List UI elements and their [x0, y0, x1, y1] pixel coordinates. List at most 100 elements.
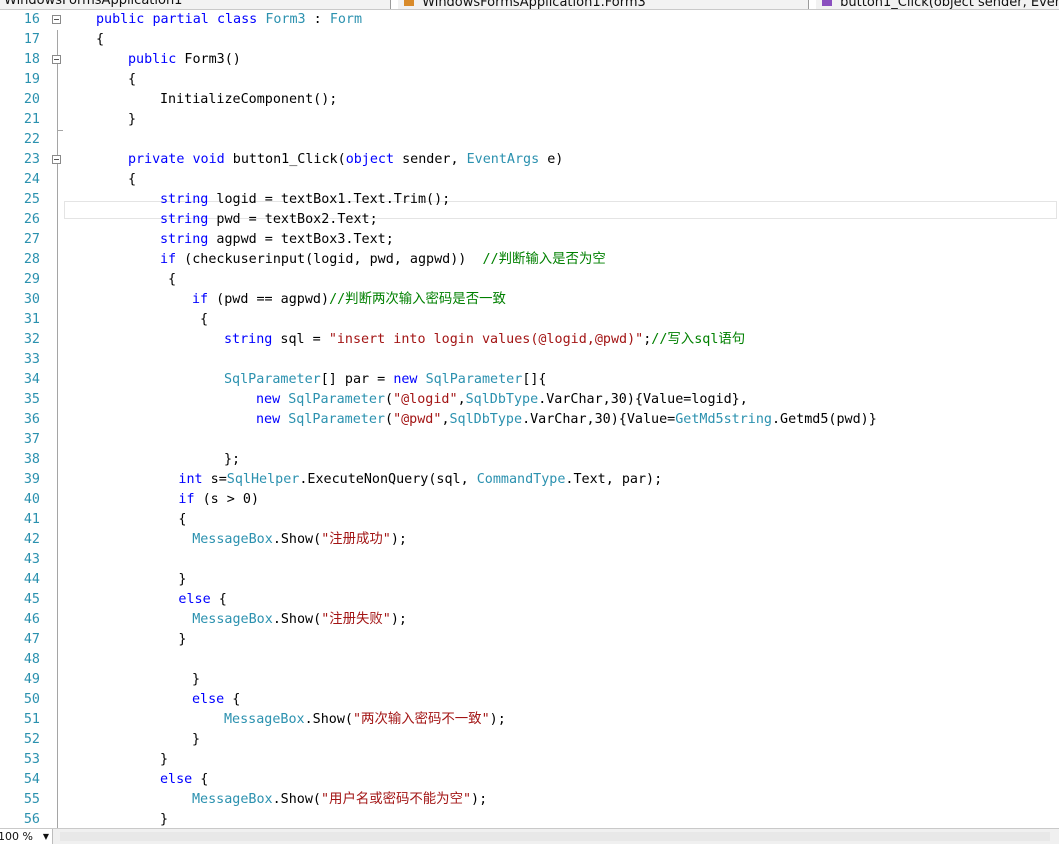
- code-line[interactable]: 35 new SqlParameter("@logid",SqlDbType.Va…: [0, 390, 1059, 410]
- line-number: 34: [23, 372, 40, 387]
- line-number: 39: [23, 472, 40, 487]
- code-token: {: [224, 692, 241, 707]
- code-line[interactable]: 46 MessageBox.Show("注册失败");: [0, 610, 1059, 630]
- code-text: public partial class Form3 : Form: [96, 10, 362, 30]
- code-token: ,: [457, 392, 466, 407]
- code-line[interactable]: 34 SqlParameter[] par = new SqlParameter[…: [0, 370, 1059, 390]
- code-line[interactable]: 33: [0, 350, 1059, 370]
- code-token: public: [128, 52, 177, 67]
- horizontal-scrollbar[interactable]: [60, 832, 1050, 841]
- code-token: );: [471, 792, 488, 807]
- line-number: 31: [23, 312, 40, 327]
- code-text: }: [192, 670, 200, 690]
- code-line[interactable]: 43: [0, 550, 1059, 570]
- code-text: MessageBox.Show("注册失败");: [192, 610, 407, 630]
- code-line[interactable]: 38};: [0, 450, 1059, 470]
- code-line[interactable]: 20 InitializeComponent();: [0, 90, 1059, 110]
- line-number: 36: [23, 412, 40, 427]
- code-token: "用户名或密码不能为空": [321, 792, 472, 807]
- code-text: {: [178, 510, 186, 530]
- code-token: {: [210, 592, 227, 607]
- code-line[interactable]: 52}: [0, 730, 1059, 750]
- code-token: .Show(: [304, 712, 353, 727]
- code-token: sql =: [272, 332, 329, 347]
- code-line[interactable]: 48: [0, 650, 1059, 670]
- code-token: {: [160, 272, 177, 287]
- code-editor[interactable]: 16 public partial class Form3 : Form 17 {18…: [0, 10, 1059, 828]
- code-line[interactable]: 41 {: [0, 510, 1059, 530]
- line-number: 29: [23, 272, 40, 287]
- collapse-icon[interactable]: [52, 55, 61, 64]
- code-text: {: [192, 310, 208, 330]
- code-line[interactable]: 28 if (checkuserinput(logid, pwd, agpwd))…: [0, 250, 1059, 270]
- code-line[interactable]: 31 {: [0, 310, 1059, 330]
- line-number: 32: [23, 332, 40, 347]
- code-line[interactable]: 32 string sql = "insert into login values…: [0, 330, 1059, 350]
- code-line[interactable]: 44}: [0, 570, 1059, 590]
- tab-class-dropdown[interactable]: WindowsFormsApplication1.Form3: [398, 0, 809, 9]
- code-token: "insert into login values(@logid,@pwd)": [328, 332, 644, 347]
- tab-project[interactable]: WindowsFormsApplication1: [0, 0, 391, 9]
- code-line[interactable]: 27 string agpwd = textBox3.Text;: [0, 230, 1059, 250]
- code-token: SqlParameter: [288, 392, 385, 407]
- code-line[interactable]: 56}: [0, 810, 1059, 828]
- code-line[interactable]: 17 {: [0, 30, 1059, 50]
- code-line[interactable]: 19 {: [0, 70, 1059, 90]
- code-line[interactable]: 37: [0, 430, 1059, 450]
- code-text: {: [160, 270, 176, 290]
- line-number: 41: [23, 512, 40, 527]
- code-text: if (checkuserinput(logid, pwd, agpwd)) /…: [160, 250, 606, 270]
- line-number: 22: [23, 132, 40, 147]
- code-line[interactable]: 39 int s=SqlHelper.ExecuteNonQuery(sql, C…: [0, 470, 1059, 490]
- code-token: (s > 0): [194, 492, 260, 507]
- code-line[interactable]: 42 MessageBox.Show("注册成功");: [0, 530, 1059, 550]
- code-text: string pwd = textBox2.Text;: [160, 210, 378, 230]
- method-icon: [822, 0, 832, 6]
- code-line[interactable]: 50 else {: [0, 690, 1059, 710]
- code-line[interactable]: 26 string pwd = textBox2.Text;: [0, 210, 1059, 230]
- code-line[interactable]: 51 MessageBox.Show("两次输入密码不一致");: [0, 710, 1059, 730]
- code-line[interactable]: 25 string logid = textBox1.Text.Trim();: [0, 190, 1059, 210]
- collapse-icon[interactable]: [52, 155, 61, 164]
- code-line[interactable]: 22: [0, 130, 1059, 150]
- code-line[interactable]: 40 if (s > 0): [0, 490, 1059, 510]
- code-line[interactable]: 47}: [0, 630, 1059, 650]
- line-number: 52: [23, 732, 40, 747]
- code-token: //判断输入是否为空: [482, 252, 606, 267]
- code-token: (: [385, 392, 394, 407]
- line-number: 53: [23, 752, 40, 767]
- line-number: 18: [23, 52, 40, 67]
- code-token: string: [224, 332, 273, 347]
- tab-member-dropdown[interactable]: button1_Click(object sender, EventArgs e…: [816, 0, 1059, 9]
- code-token: string: [160, 232, 209, 247]
- code-text: MessageBox.Show("注册成功");: [192, 530, 407, 550]
- code-token: }: [192, 732, 201, 747]
- code-line[interactable]: 24 {: [0, 170, 1059, 190]
- code-line[interactable]: 53}: [0, 750, 1059, 770]
- code-line[interactable]: 18 public Form3(): [0, 50, 1059, 70]
- code-token: Form3(): [176, 52, 241, 67]
- code-line[interactable]: 55 MessageBox.Show("用户名或密码不能为空");: [0, 790, 1059, 810]
- zoom-dropdown[interactable]: 100 % ▼: [0, 829, 53, 844]
- code-token: e): [539, 152, 564, 167]
- code-token: //判断两次输入密码是否一致: [329, 292, 506, 307]
- code-line[interactable]: 16 public partial class Form3 : Form: [0, 10, 1059, 30]
- code-token: MessageBox: [224, 712, 305, 727]
- code-line[interactable]: 45 else {: [0, 590, 1059, 610]
- code-line[interactable]: 23 private void button1_Click(object send…: [0, 150, 1059, 170]
- collapse-icon[interactable]: [52, 15, 61, 24]
- code-line[interactable]: 49}: [0, 670, 1059, 690]
- code-line[interactable]: 30 if (pwd == agpwd)//判断两次输入密码是否一致: [0, 290, 1059, 310]
- code-text: string logid = textBox1.Text.Trim();: [160, 190, 450, 210]
- code-token: CommandType: [476, 472, 566, 487]
- code-token: MessageBox: [192, 792, 273, 807]
- code-text: }: [160, 810, 168, 828]
- code-line[interactable]: 54 else {: [0, 770, 1059, 790]
- code-line[interactable]: 29 {: [0, 270, 1059, 290]
- code-token: {: [192, 772, 209, 787]
- code-token: "两次输入密码不一致": [353, 712, 490, 727]
- code-line[interactable]: 36 new SqlParameter("@pwd",SqlDbType.VarC…: [0, 410, 1059, 430]
- code-line[interactable]: 21}: [0, 110, 1059, 130]
- code-token: }: [178, 632, 187, 647]
